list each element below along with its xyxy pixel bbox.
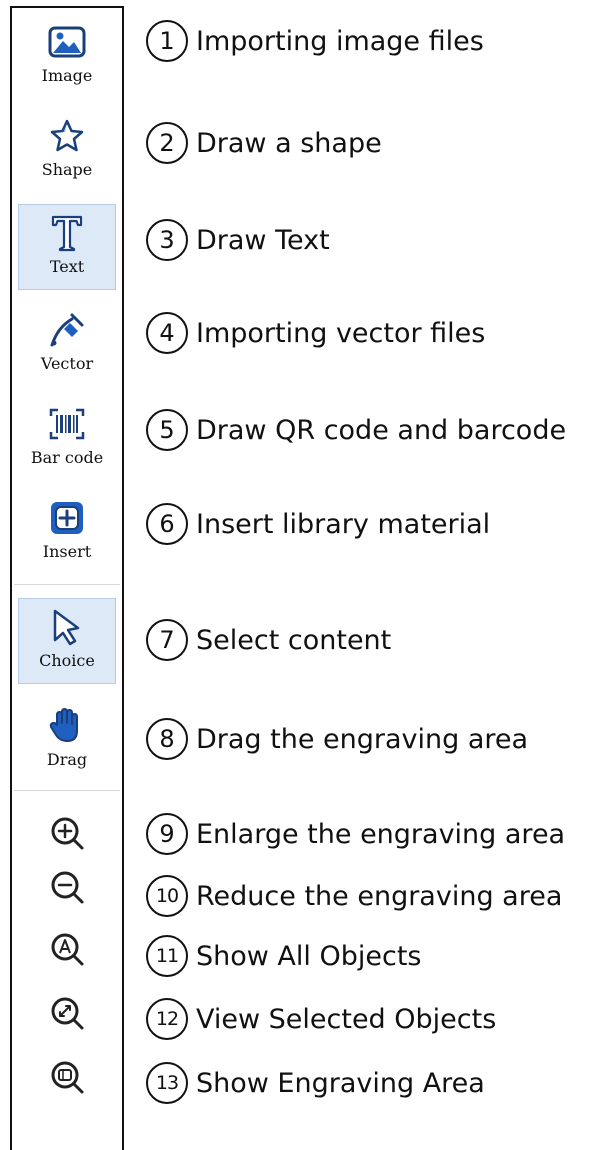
- description-text: Show All Objects: [196, 940, 422, 972]
- toolbar-divider: [14, 584, 120, 585]
- item-number: 13: [146, 1062, 188, 1104]
- description-item: 2 Draw a shape: [146, 116, 382, 170]
- description-text: View Selected Objects: [196, 1003, 497, 1035]
- show-engraving-area-button[interactable]: [18, 1052, 116, 1102]
- show-all-objects-button[interactable]: [18, 924, 116, 974]
- zoom-in-icon: [51, 817, 84, 850]
- description-item: 9 Enlarge the engraving area: [146, 807, 565, 861]
- description-item: 12 View Selected Objects: [146, 992, 496, 1046]
- item-number: 12: [146, 998, 188, 1040]
- description-text: Drag the engraving area: [196, 723, 529, 755]
- item-number: 4: [146, 312, 188, 354]
- insert-plus-icon: [47, 498, 87, 538]
- item-number: 3: [146, 219, 188, 261]
- drag-tool-button[interactable]: Drag: [18, 698, 116, 784]
- image-icon: [47, 22, 87, 62]
- description-text: Importing image files: [196, 25, 484, 57]
- item-number: 10: [146, 875, 188, 917]
- shape-tool-button[interactable]: Shape: [18, 108, 116, 194]
- toolbar-divider: [14, 790, 120, 791]
- item-number: 5: [146, 409, 188, 451]
- vector-pen-icon: [47, 310, 87, 350]
- description-text: Importing vector files: [196, 317, 486, 349]
- text-tool-button[interactable]: Text: [18, 204, 116, 290]
- description-item: 8 Drag the engraving area: [146, 712, 528, 766]
- description-item: 5 Draw QR code and barcode: [146, 403, 566, 457]
- cursor-arrow-icon: [47, 607, 87, 647]
- view-selected-objects-button[interactable]: [18, 988, 116, 1038]
- description-text: Insert library material: [196, 508, 491, 540]
- zoom-out-icon: [51, 871, 84, 904]
- drag-tool-label: Drag: [46, 750, 88, 769]
- description-item: 3 Draw Text: [146, 213, 330, 267]
- description-text: Reduce the engraving area: [196, 880, 563, 912]
- barcode-tool-button[interactable]: Bar code: [18, 396, 116, 482]
- description-item: 6 Insert library material: [146, 497, 490, 551]
- description-text: Draw QR code and barcode: [196, 414, 567, 446]
- description-item: 13 Show Engraving Area: [146, 1056, 485, 1110]
- item-number: 2: [146, 122, 188, 164]
- zoom-in-button[interactable]: [18, 808, 116, 858]
- insert-tool-button[interactable]: Insert: [18, 490, 116, 576]
- description-text: Draw Text: [196, 224, 330, 256]
- description-text: Show Engraving Area: [196, 1067, 485, 1099]
- item-number: 1: [146, 20, 188, 62]
- item-number: 6: [146, 503, 188, 545]
- description-text: Enlarge the engraving area: [196, 818, 566, 850]
- text-tool-label: Text: [49, 257, 85, 276]
- description-item: 10 Reduce the engraving area: [146, 869, 562, 923]
- image-tool-label: Image: [41, 66, 93, 85]
- zoom-area-icon: [51, 1061, 84, 1094]
- vector-tool-button[interactable]: Vector: [18, 302, 116, 388]
- zoom-selected-icon: [51, 997, 84, 1030]
- item-number: 11: [146, 935, 188, 977]
- item-number: 7: [146, 619, 188, 661]
- image-tool-button[interactable]: Image: [18, 14, 116, 100]
- item-number: 8: [146, 718, 188, 760]
- description-item: 11 Show All Objects: [146, 929, 422, 983]
- description-item: 1 Importing image files: [146, 14, 484, 68]
- choice-tool-label: Choice: [39, 651, 95, 670]
- description-item: 7 Select content: [146, 613, 391, 667]
- left-toolbar: Image Shape Text Vector Bar code Insert …: [10, 6, 124, 1150]
- description-text: Draw a shape: [196, 127, 382, 159]
- insert-tool-label: Insert: [42, 542, 92, 561]
- shape-tool-label: Shape: [41, 160, 93, 179]
- vector-tool-label: Vector: [40, 354, 94, 373]
- item-number: 9: [146, 813, 188, 855]
- barcode-tool-label: Bar code: [30, 448, 104, 467]
- description-item: 4 Importing vector files: [146, 306, 485, 360]
- description-text: Select content: [196, 624, 392, 656]
- zoom-out-button[interactable]: [18, 862, 116, 912]
- star-icon: [47, 116, 87, 156]
- barcode-icon: [47, 404, 87, 444]
- zoom-all-icon: [51, 933, 84, 966]
- text-icon: [47, 213, 87, 253]
- hand-icon: [47, 706, 87, 746]
- choice-tool-button[interactable]: Choice: [18, 598, 116, 684]
